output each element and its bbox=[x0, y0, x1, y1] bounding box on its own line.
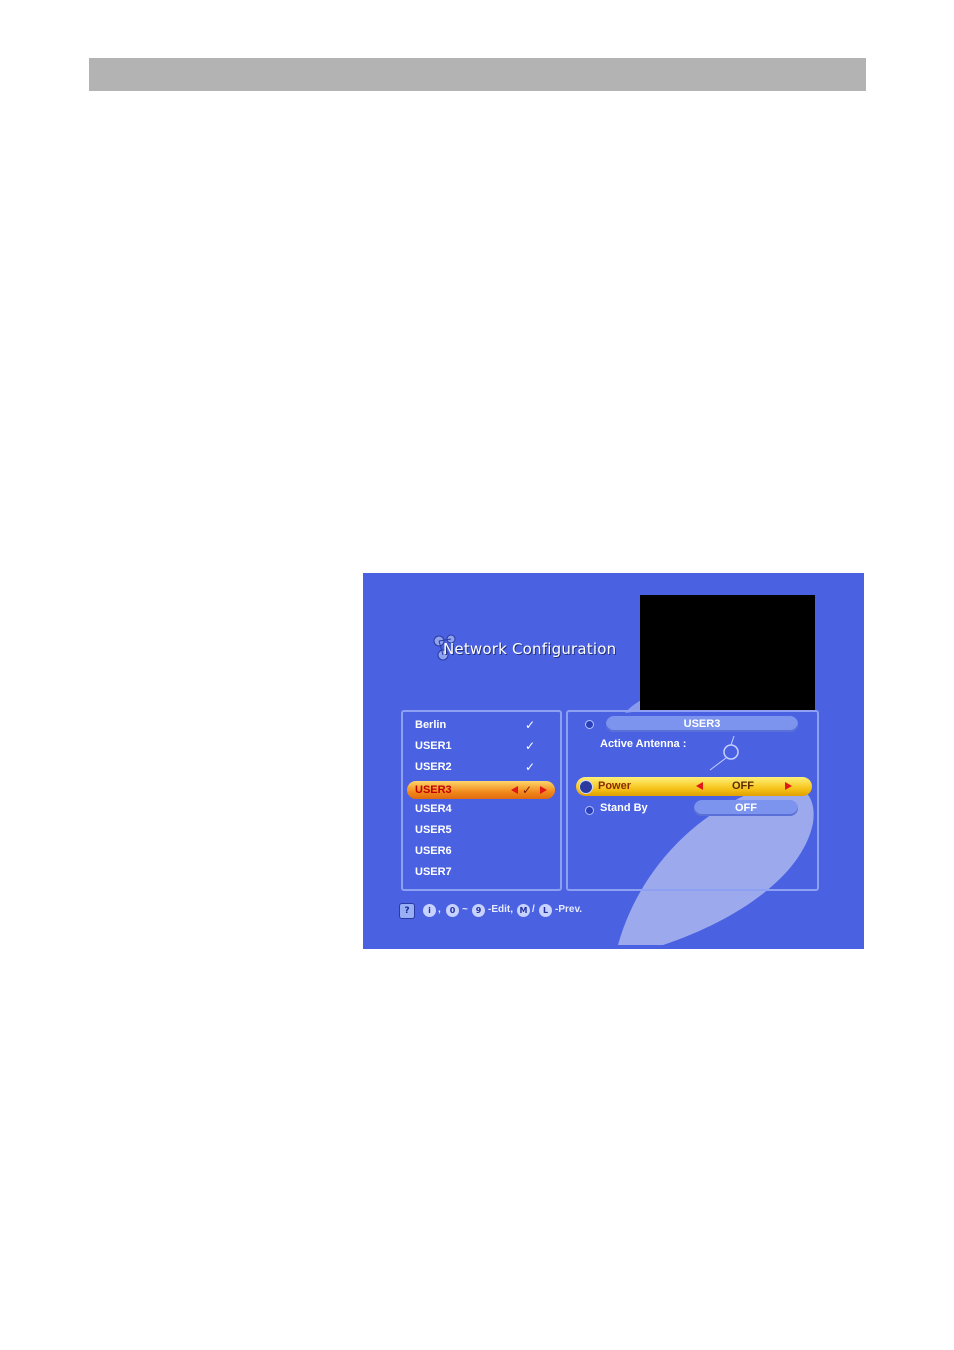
list-item-berlin[interactable]: Berlin bbox=[415, 715, 446, 735]
arrow-right-icon[interactable] bbox=[785, 782, 792, 790]
arrow-right-icon[interactable] bbox=[540, 786, 547, 794]
back-key-icon: L bbox=[539, 904, 552, 917]
network-list: Berlin ✓ USER1 ✓ USER2 ✓ USER3 ✓ USER4 U… bbox=[401, 710, 562, 891]
list-item-label: USER3 bbox=[415, 784, 452, 796]
power-radio-icon bbox=[579, 780, 593, 794]
menu-key-icon: M bbox=[517, 904, 530, 917]
active-antenna-label: Active Antenna : bbox=[600, 738, 687, 750]
bullet-icon bbox=[585, 720, 594, 729]
key-0-icon: 0 bbox=[446, 904, 459, 917]
power-row[interactable]: Power OFF bbox=[576, 777, 812, 796]
list-item-label: USER5 bbox=[415, 824, 452, 836]
network-name-field[interactable]: USER3 bbox=[606, 716, 798, 732]
help-separator: , bbox=[438, 904, 441, 915]
key-9-icon: 9 bbox=[472, 904, 485, 917]
help-icon: ? bbox=[399, 903, 415, 919]
help-edit-text: -Edit, bbox=[488, 904, 513, 915]
list-item-label: Berlin bbox=[415, 719, 447, 731]
list-item-label: USER4 bbox=[415, 803, 452, 815]
list-item-user1[interactable]: USER1 bbox=[415, 736, 452, 756]
check-icon: ✓ bbox=[522, 783, 533, 797]
check-icon: ✓ bbox=[525, 760, 536, 774]
arrow-left-icon[interactable] bbox=[511, 786, 518, 794]
list-item-label: USER2 bbox=[415, 761, 452, 773]
check-icon: ✓ bbox=[525, 739, 536, 753]
network-detail: USER3 Active Antenna : Power OFF Stand B… bbox=[566, 710, 819, 891]
page-title: Network Configuration bbox=[443, 640, 617, 658]
list-item-user2[interactable]: USER2 bbox=[415, 757, 452, 777]
help-range-separator: ~ bbox=[462, 904, 468, 915]
list-item-label: USER7 bbox=[415, 866, 452, 878]
list-item-label: USER6 bbox=[415, 845, 452, 857]
antenna-icon bbox=[709, 735, 739, 771]
redacted-preview bbox=[640, 595, 815, 710]
header-bar bbox=[89, 58, 866, 91]
list-item-label: USER1 bbox=[415, 740, 452, 752]
list-item-user7[interactable]: USER7 bbox=[415, 862, 452, 882]
tv-menu-screen: Network Configuration Berlin ✓ USER1 ✓ U… bbox=[363, 573, 864, 949]
standby-label: Stand By bbox=[600, 802, 648, 814]
list-item-user3-selected[interactable]: USER3 ✓ bbox=[407, 781, 555, 799]
power-label: Power bbox=[598, 780, 632, 792]
help-slash: / bbox=[532, 904, 535, 915]
list-item-user4[interactable]: USER4 bbox=[415, 799, 452, 819]
power-value: OFF bbox=[732, 780, 754, 792]
list-item-user5[interactable]: USER5 bbox=[415, 820, 452, 840]
help-prev-text: -Prev. bbox=[555, 904, 583, 915]
standby-value[interactable]: OFF bbox=[694, 800, 798, 816]
info-key-icon: i bbox=[423, 904, 436, 917]
bullet-icon bbox=[585, 806, 594, 815]
list-item-user6[interactable]: USER6 bbox=[415, 841, 452, 861]
check-icon: ✓ bbox=[525, 718, 536, 732]
arrow-left-icon[interactable] bbox=[696, 782, 703, 790]
